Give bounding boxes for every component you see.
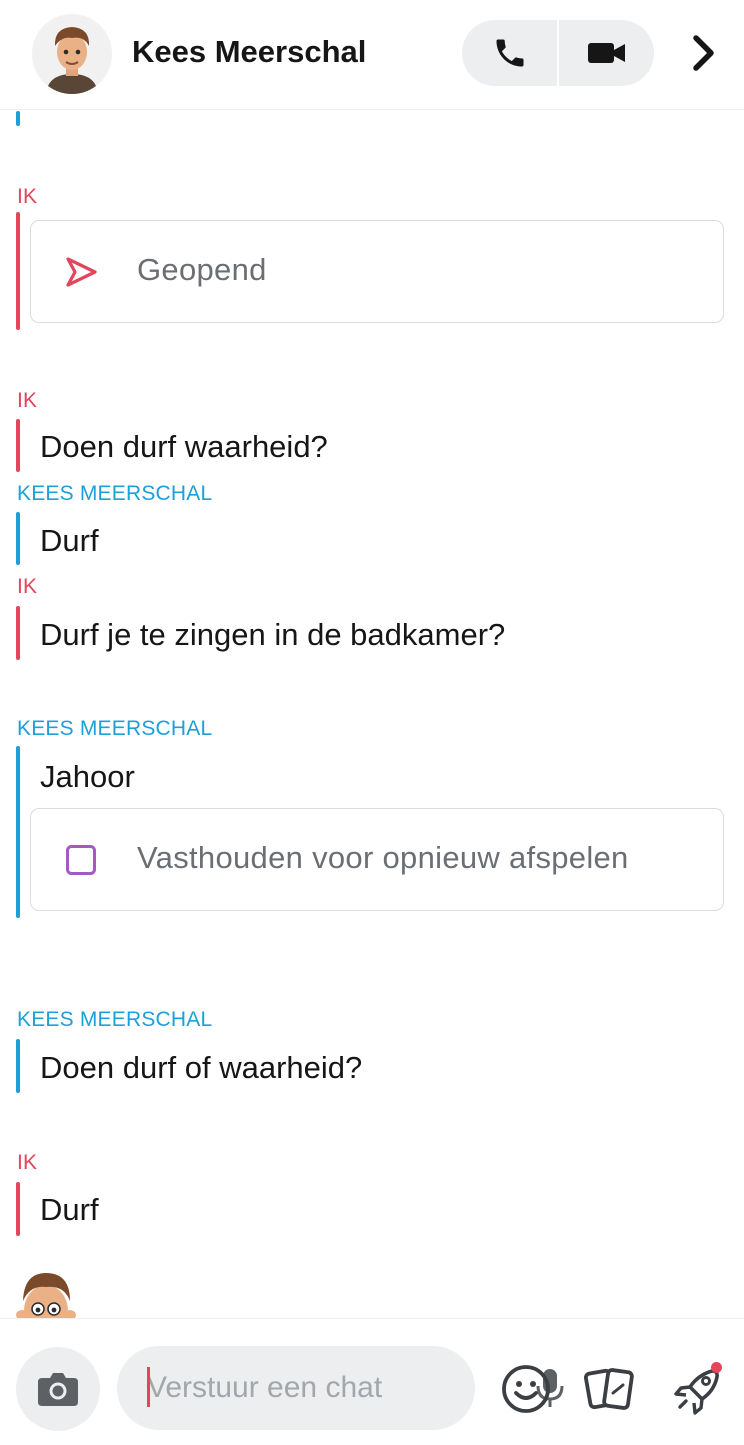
bitmoji-peek-icon [16,1273,76,1318]
message-text[interactable]: Durf [40,1192,99,1228]
stickers-button[interactable] [582,1361,638,1417]
message-bar [16,212,20,330]
chevron-right-icon [693,35,714,71]
message-bar [16,419,20,472]
typing-bitmoji [12,1271,84,1318]
snap-status-text: Vasthouden voor opnieuw afspelen [137,840,629,875]
contact-name[interactable]: Kees Meerschal [132,34,366,70]
chat-history[interactable]: IK Geopend IK Doen durf waarheid? KEES M… [0,111,744,1318]
message-bar [16,512,20,565]
call-button-group [462,20,654,86]
camera-button[interactable] [16,1347,100,1431]
camera-icon [38,1373,78,1406]
sender-label: IK [17,389,38,412]
video-camera-icon [587,43,625,63]
snap-status-text: Geopend [137,252,267,287]
message-bar [16,111,20,126]
chat-input-container [117,1346,564,1430]
message-text[interactable]: Durf [40,523,99,559]
sender-label: KEES MEERSCHAL [17,482,213,505]
message-bar [16,606,20,660]
chat-input[interactable] [147,1346,417,1430]
sender-label: KEES MEERSCHAL [17,1008,213,1031]
contact-avatar[interactable] [32,14,112,94]
voice-call-button[interactable] [462,20,557,86]
video-call-button[interactable] [559,20,654,86]
sender-label: IK [17,1151,38,1174]
text-caret [147,1367,150,1407]
message-text[interactable]: Doen durf of waarheid? [40,1050,362,1086]
cards-icon [583,1368,634,1410]
bitmoji-avatar-icon [32,14,112,94]
message-text[interactable]: Jahoor [40,759,135,795]
sender-label: KEES MEERSCHAL [17,717,213,740]
message-bar [16,746,20,918]
message-bar [16,1039,20,1093]
message-text[interactable]: Durf je te zingen in de badkamer? [40,617,505,653]
replay-snap-card[interactable]: Vasthouden voor opnieuw afspelen [30,808,724,911]
opened-snap-card[interactable]: Geopend [30,220,724,323]
more-button[interactable] [680,28,728,78]
phone-icon [496,39,523,67]
replay-square-icon [63,842,99,878]
message-bar [16,1182,20,1236]
composer-bar [0,1318,744,1445]
chat-header: Kees Meerschal [0,0,744,110]
sender-label: IK [17,575,38,598]
smiley-icon [502,1365,550,1413]
notification-dot [711,1362,722,1373]
sent-arrow-icon [63,254,99,290]
sender-label: IK [17,185,38,208]
message-text[interactable]: Doen durf waarheid? [40,429,328,465]
emoji-button[interactable] [498,1361,554,1417]
